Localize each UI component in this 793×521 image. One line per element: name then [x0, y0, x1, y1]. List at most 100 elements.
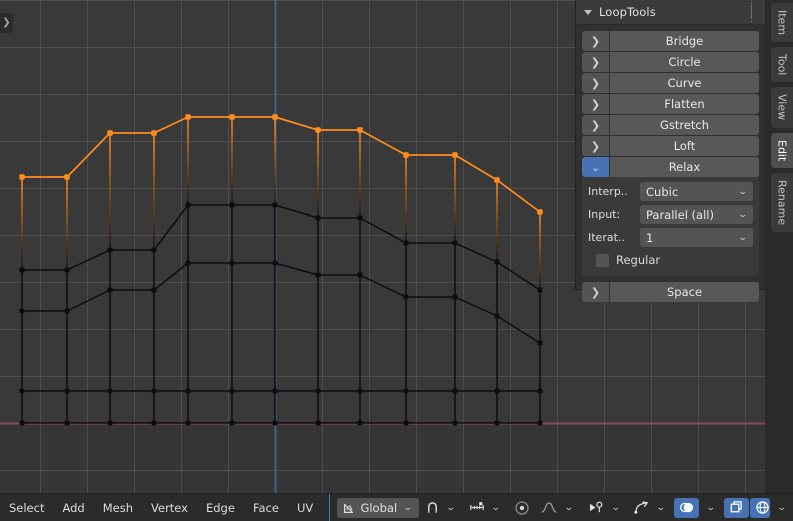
chevron-right-icon[interactable]: ❯: [582, 52, 610, 72]
chevron-down-icon[interactable]: ⌄: [738, 210, 748, 220]
operator-bridge-label: Bridge: [610, 31, 759, 51]
chevron-down-icon[interactable]: ⌄: [772, 503, 790, 513]
menu-item-uv[interactable]: UV: [289, 498, 321, 518]
operator-loft[interactable]: ❯ Loft: [582, 136, 759, 156]
chevron-down-icon[interactable]: ⌄: [487, 503, 505, 513]
chevron-right-icon[interactable]: ❯: [582, 73, 610, 93]
operator-gstretch[interactable]: ❯ Gstretch: [582, 115, 759, 135]
operator-curve-label: Curve: [610, 73, 759, 93]
panel-body: ❯ Bridge ❯ Circle ❯ Curve ❯ Flatten ❯ Gstretch ❯ Lo…: [576, 25, 765, 302]
chevron-down-icon[interactable]: ⌄: [399, 503, 417, 513]
field-label: Iterat..: [588, 231, 625, 244]
sidebar-panel-looptools: LoopTools ⋮⋮⋮⋮ ❯ Bridge ❯ Circle ❯ Curve ❯ Flat…: [575, 0, 765, 302]
field-value: Cubic: [646, 184, 679, 199]
field-label: Input:: [588, 208, 621, 221]
mirror-x-icon: [588, 500, 605, 515]
relax-field-list: Interp.. Cubic ⌄ Input: Parallel (all) ⌄ Itera…: [588, 182, 753, 247]
orientation-axes-icon: [342, 501, 356, 515]
grip-dots-icon[interactable]: ⋮⋮⋮⋮: [741, 0, 757, 24]
chevron-down-icon[interactable]: ⌄: [607, 503, 625, 513]
regular-checkbox[interactable]: [596, 253, 609, 267]
proportional-editing-toggle[interactable]: [509, 498, 535, 518]
xray-toggle-icon: [679, 500, 694, 515]
operator-flatten-label: Flatten: [610, 94, 759, 114]
panel-title: LoopTools: [599, 5, 656, 19]
chevron-right-icon[interactable]: ❯: [582, 94, 610, 114]
menu-item-vertex[interactable]: Vertex: [143, 498, 196, 518]
smooth-falloff-curve-icon: [540, 500, 558, 515]
relax-options: Interp.. Cubic ⌄ Input: Parallel (all) ⌄ Itera…: [582, 177, 759, 276]
snap-dropdown[interactable]: ⌄: [420, 498, 463, 518]
operator-flatten[interactable]: ❯ Flatten: [582, 94, 759, 114]
snap-increment-icon: [469, 500, 485, 515]
shading-mode-group[interactable]: [749, 497, 770, 518]
menu-item-select[interactable]: Select: [1, 498, 52, 518]
gizmo-icon: [729, 500, 744, 515]
transform-orientation-value: Global: [360, 500, 398, 515]
operator-relax[interactable]: ⌄ Relax: [582, 157, 759, 177]
menu-item-edge[interactable]: Edge: [198, 498, 243, 518]
chevron-down-icon[interactable]: ⌄: [652, 503, 670, 513]
chevron-down-icon[interactable]: ⌄: [442, 503, 460, 513]
panel-header[interactable]: LoopTools ⋮⋮⋮⋮: [576, 0, 765, 25]
snap-target-dropdown[interactable]: ⌄: [464, 498, 508, 518]
chevron-right-icon[interactable]: ❯: [582, 136, 610, 156]
field-dropdown[interactable]: 1 ⌄: [640, 228, 753, 247]
blender-window: ❯ LoopTools ⋮⋮⋮⋮ ❯ Bridge ❯ Circle ❯ Curve ❯ Fl…: [0, 0, 793, 521]
operator-list: ❯ Bridge ❯ Circle ❯ Curve ❯ Flatten ❯ Gstretch ❯ Lo…: [582, 31, 759, 177]
menu-bar: Select Add Mesh Vertex Edge Face UV: [1, 498, 321, 518]
gizmo-toggle-button[interactable]: [723, 497, 749, 518]
proportional-edit-icon: [514, 500, 530, 516]
field-label: Interp..: [588, 185, 628, 198]
menu-item-face[interactable]: Face: [245, 498, 287, 518]
menu-item-mesh[interactable]: Mesh: [95, 498, 141, 518]
transform-orientation-dropdown[interactable]: Global ⌄: [337, 497, 420, 518]
regular-checkbox-row[interactable]: Regular: [588, 251, 753, 269]
sidebar-tabstrip-inner: Item Tool View Edit Rename: [765, 0, 793, 232]
sidebar-tabstrip: Item Tool View Edit Rename: [765, 0, 793, 493]
wireframe-shading-icon[interactable]: [749, 497, 770, 518]
operator-gstretch-label: Gstretch: [610, 115, 759, 135]
xray-toggle-button[interactable]: [674, 497, 700, 518]
field-value: Parallel (all): [646, 207, 714, 222]
chevron-down-icon[interactable]: ⌄: [560, 503, 578, 513]
mirror-dropdown[interactable]: ⌄: [583, 498, 628, 518]
menu-item-add[interactable]: Add: [54, 498, 92, 518]
chevron-right-icon[interactable]: ❯: [582, 115, 610, 135]
chevron-right-icon[interactable]: ❯: [582, 31, 610, 51]
operator-loft-label: Loft: [610, 136, 759, 156]
sidebar-tab-edit[interactable]: Edit: [771, 132, 793, 168]
field-dropdown[interactable]: Parallel (all) ⌄: [640, 205, 753, 224]
operator-relax-label: Relax: [610, 157, 759, 177]
chevron-down-icon[interactable]: ⌄: [582, 157, 610, 177]
field-iterat: Iterat.. 1 ⌄: [588, 228, 753, 247]
field-interp: Interp.. Cubic ⌄: [588, 182, 753, 201]
sidebar-tab-rename[interactable]: Rename: [771, 172, 793, 232]
sidebar-tab-item[interactable]: Item: [771, 3, 793, 43]
chevron-down-icon[interactable]: ⌄: [738, 233, 748, 243]
operator-space[interactable]: ❯ Space: [582, 282, 759, 302]
sidebar-tab-view[interactable]: View: [771, 87, 793, 128]
operator-circle[interactable]: ❯ Circle: [582, 52, 759, 72]
operator-curve[interactable]: ❯ Curve: [582, 73, 759, 93]
proportional-falloff-dropdown[interactable]: ⌄: [535, 498, 581, 518]
field-dropdown[interactable]: Cubic ⌄: [640, 182, 753, 201]
sidebar-tab-tool[interactable]: Tool: [771, 47, 793, 83]
field-input: Input: Parallel (all) ⌄: [588, 205, 753, 224]
magnet-icon: [425, 500, 440, 515]
chevron-right-icon[interactable]: ❯: [582, 282, 610, 302]
auto-merge-dropdown[interactable]: ⌄: [628, 498, 673, 518]
field-value: 1: [646, 230, 654, 245]
chevron-down-icon[interactable]: ⌄: [702, 503, 720, 513]
shading-dropdown[interactable]: ⌄: [770, 498, 793, 518]
toolbar-expand-chevron-right-icon[interactable]: ❯: [0, 13, 13, 33]
xray-dropdown[interactable]: ⌄: [699, 498, 723, 518]
automerge-icon: [633, 500, 650, 515]
triangle-down-icon[interactable]: [584, 9, 592, 15]
regular-label: Regular: [616, 253, 661, 267]
operator-space-label: Space: [610, 282, 759, 302]
operator-bridge[interactable]: ❯ Bridge: [582, 31, 759, 51]
viewport-header-bar: Select Add Mesh Vertex Edge Face UV Global ⌄: [0, 493, 793, 521]
operator-circle-label: Circle: [610, 52, 759, 72]
chevron-down-icon[interactable]: ⌄: [738, 187, 748, 197]
